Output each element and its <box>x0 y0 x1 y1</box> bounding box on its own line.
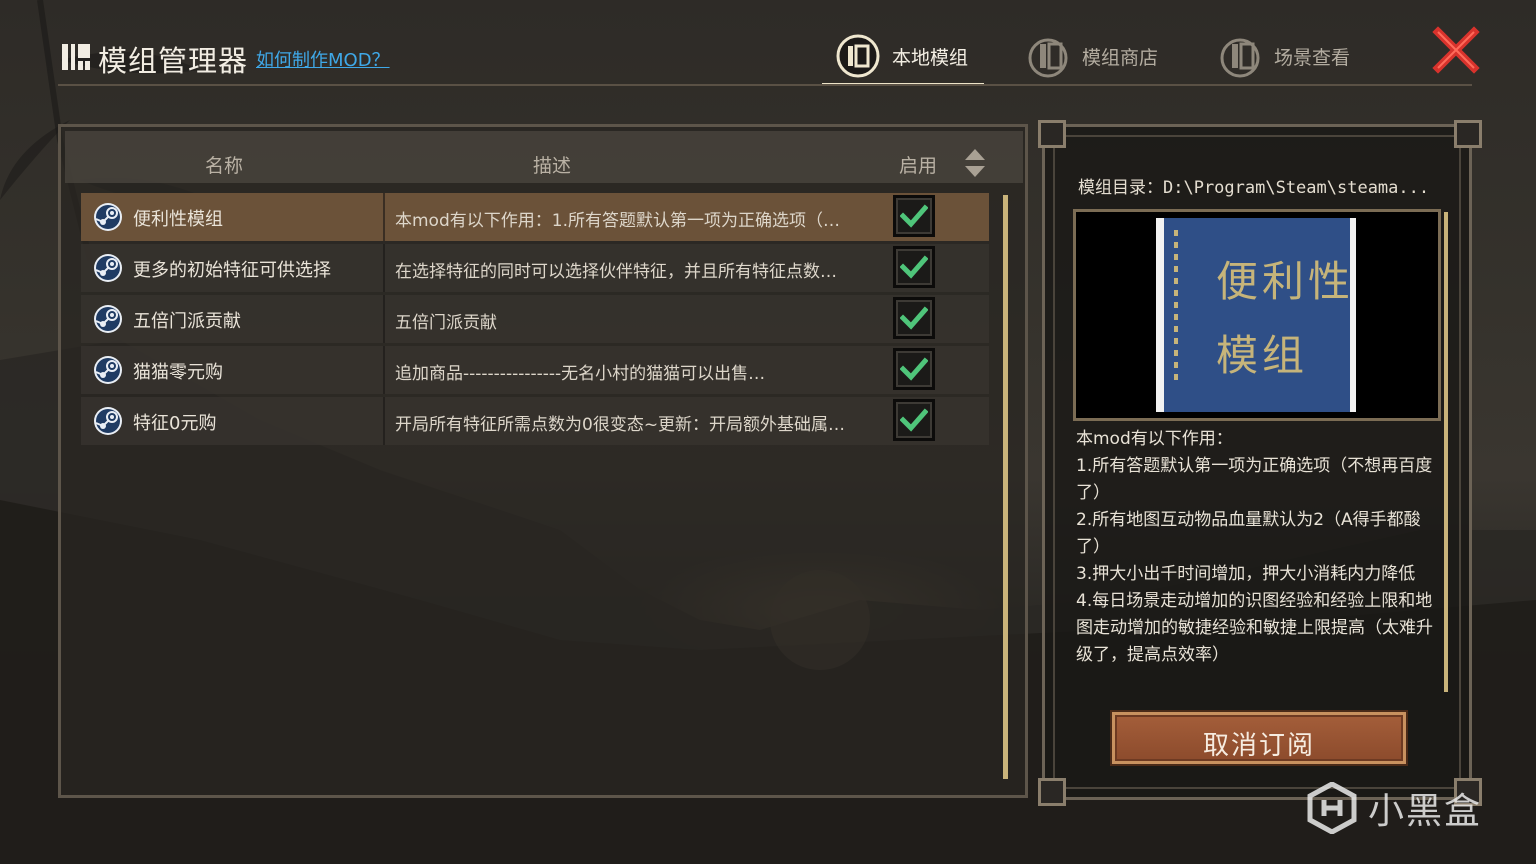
tab-mod-store-label: 模组商店 <box>1082 46 1159 69</box>
unsubscribe-label: 取消订阅 <box>1202 731 1315 761</box>
steam-icon <box>94 407 122 435</box>
mod-description: 本mod有以下作用： 1.所有答题默认第一项为正确选项（不想再百度了） 2.所有… <box>1076 426 1436 669</box>
mod-name: 特征0元购 <box>133 413 217 434</box>
list-header: 名称 描述 启用 <box>65 131 1023 183</box>
mod-row[interactable]: 便利性模组 本mod有以下作用：1.所有答题默认第一项为正确选项（… <box>81 193 989 241</box>
tab-mod-store[interactable]: 模组商店 <box>1026 28 1158 84</box>
enable-checkbox[interactable] <box>893 297 935 339</box>
check-icon <box>900 306 928 330</box>
mod-store-icon <box>1028 38 1068 78</box>
mod-row[interactable]: 更多的初始特征可供选择 在选择特征的同时可以选择伙伴特征，并且所有特征点数… <box>81 244 989 292</box>
check-icon <box>900 357 928 381</box>
mod-preview-image: 便利性 模组 <box>1076 212 1438 418</box>
how-to-make-mod-link[interactable]: 如何制作MOD？ <box>256 46 390 72</box>
column-header-enabled[interactable]: 启用 <box>899 151 937 178</box>
mod-name: 更多的初始特征可供选择 <box>133 260 331 281</box>
header-divider <box>58 84 1472 86</box>
mod-description-cell: 五倍门派贡献 <box>395 313 497 333</box>
description-line: 2.所有地图互动物品血量默认为2（A得手都酸了） <box>1076 510 1421 557</box>
tab-local-mods[interactable]: 本地模组 <box>822 28 984 86</box>
tab-scene-view-label: 场景查看 <box>1274 46 1351 69</box>
mod-name: 五倍门派贡献 <box>133 311 241 332</box>
column-separator <box>383 244 385 292</box>
mod-row[interactable]: 特征0元购 开局所有特征所需点数为0很变态~更新：开局额外基础属… <box>81 397 989 445</box>
steam-icon <box>94 305 122 333</box>
description-scrollbar[interactable] <box>1444 212 1448 692</box>
mod-directory-label: 模组目录：D:\Program\Steam\steama... <box>1078 178 1430 198</box>
book-spine-decoration <box>1174 230 1178 380</box>
mod-manager-logo-icon <box>62 44 90 70</box>
sort-arrows-icon[interactable] <box>963 147 987 179</box>
scene-view-icon <box>1220 38 1260 78</box>
mod-row[interactable]: 猫猫零元购 追加商品----------------无名小村的猫猫可以出售… <box>81 346 989 394</box>
enable-checkbox[interactable] <box>893 195 935 237</box>
tab-scene-view[interactable]: 场景查看 <box>1218 28 1350 84</box>
preview-title-line2: 模组 <box>1216 331 1309 380</box>
mod-description-cell: 开局所有特征所需点数为0很变态~更新：开局额外基础属… <box>395 415 846 435</box>
steam-icon <box>94 356 122 384</box>
description-line: 本mod有以下作用： <box>1076 429 1233 449</box>
local-mods-icon <box>836 34 880 78</box>
frame-corner-ornament <box>1038 778 1066 806</box>
description-line: 1.所有答题默认第一项为正确选项（不想再百度了） <box>1076 456 1433 503</box>
description-line: 3.押大小出千时间增加，押大小消耗内力降低 <box>1076 564 1416 584</box>
unsubscribe-button[interactable]: 取消订阅 <box>1112 712 1406 764</box>
mod-name: 便利性模组 <box>133 209 223 230</box>
steam-icon <box>94 203 122 231</box>
mod-list-scrollbar[interactable] <box>1003 195 1008 779</box>
enable-checkbox[interactable] <box>893 399 935 441</box>
column-header-name[interactable]: 名称 <box>205 151 243 178</box>
description-line: 4.每日场景走动增加的识图经验和经验上限和地图走动增加的敏捷经验和敏捷上限提高（… <box>1076 591 1433 665</box>
column-header-description: 描述 <box>533 155 572 177</box>
watermark-text: 小黑盒 <box>1368 791 1483 832</box>
page-title: 模组管理器 <box>98 44 249 78</box>
check-icon <box>900 408 928 432</box>
check-icon <box>900 255 928 279</box>
watermark-logo-icon <box>1307 782 1357 834</box>
steam-icon <box>94 254 122 282</box>
mod-list-panel: 名称 描述 启用 便利性模组 本mod有以下作用：1.所有答题默认第一项为正确选项… <box>58 124 1028 798</box>
enable-checkbox[interactable] <box>893 246 935 288</box>
book-cover: 便利性 模组 <box>1156 218 1356 412</box>
column-separator <box>383 295 385 343</box>
tab-local-mods-label: 本地模组 <box>892 46 969 69</box>
enable-checkbox[interactable] <box>893 348 935 390</box>
column-separator <box>383 346 385 394</box>
watermark: 小黑盒 <box>1306 782 1482 834</box>
preview-title-line1: 便利性 <box>1216 257 1355 306</box>
mod-description-cell: 本mod有以下作用：1.所有答题默认第一项为正确选项（… <box>395 211 840 231</box>
mod-row[interactable]: 五倍门派贡献 五倍门派贡献 <box>81 295 989 343</box>
mod-description-cell: 在选择特征的同时可以选择伙伴特征，并且所有特征点数… <box>395 262 837 282</box>
frame-corner-ornament <box>1038 120 1066 148</box>
frame-corner-ornament <box>1454 120 1482 148</box>
close-icon[interactable] <box>1432 26 1480 74</box>
column-separator <box>383 193 385 241</box>
mod-name: 猫猫零元购 <box>133 362 223 383</box>
mod-description-cell: 追加商品----------------无名小村的猫猫可以出售… <box>395 364 766 384</box>
check-icon <box>900 204 928 228</box>
column-separator <box>383 397 385 445</box>
